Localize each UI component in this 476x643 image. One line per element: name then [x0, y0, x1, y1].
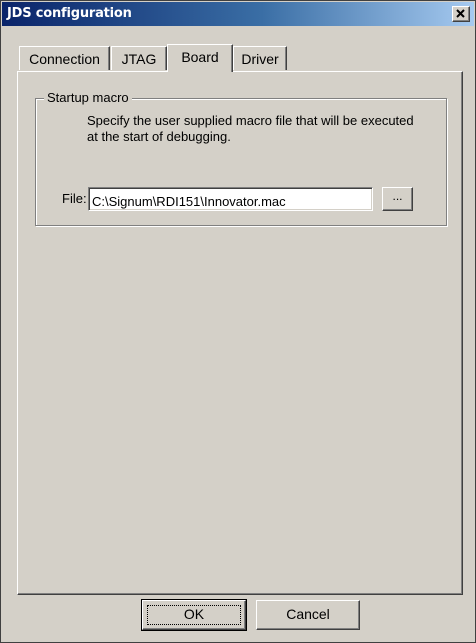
dialog-window: JDS configuration Connection JTAG Board … — [0, 0, 476, 643]
file-path-input[interactable] — [88, 187, 373, 211]
close-icon — [456, 9, 465, 18]
group-title: Startup macro — [44, 90, 132, 105]
tab-panel-board: Startup macro Specify the user supplied … — [17, 71, 463, 595]
startup-macro-description: Specify the user supplied macro file tha… — [87, 113, 414, 144]
close-button[interactable] — [452, 6, 470, 22]
cancel-label: Cancel — [286, 606, 330, 622]
ok-button[interactable]: OK — [141, 599, 247, 631]
browse-button[interactable]: ... — [382, 187, 413, 211]
focus-rect — [147, 605, 241, 625]
tab-label: Connection — [29, 51, 100, 67]
window-title: JDS configuration — [7, 6, 132, 21]
tab-board[interactable]: Board — [167, 44, 233, 72]
tab-label: Board — [181, 49, 219, 65]
startup-macro-group: Startup macro Specify the user supplied … — [35, 90, 447, 226]
file-label: File: — [62, 191, 87, 206]
tab-connection[interactable]: Connection — [19, 46, 110, 70]
tab-driver[interactable]: Driver — [233, 46, 287, 70]
cancel-button[interactable]: Cancel — [256, 600, 360, 630]
tab-label: JTAG — [121, 51, 157, 67]
tab-label: Driver — [241, 51, 279, 67]
tab-jtag[interactable]: JTAG — [111, 46, 167, 70]
title-bar[interactable]: JDS configuration — [2, 2, 474, 26]
